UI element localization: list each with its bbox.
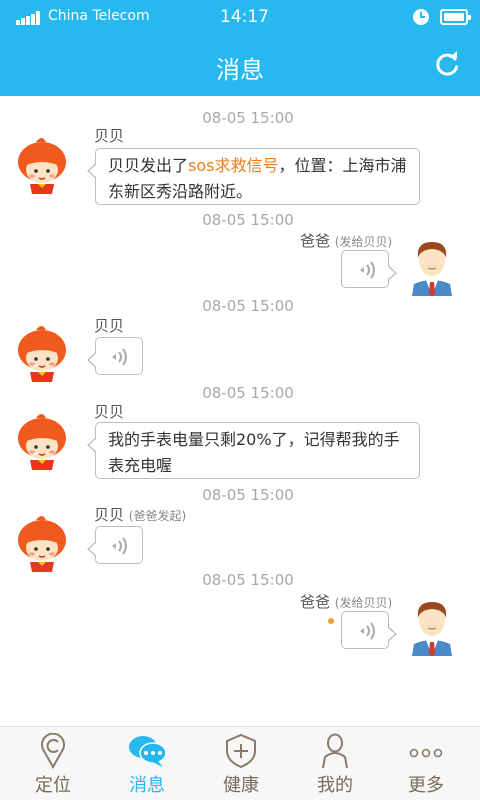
voice-message-bubble[interactable] [341, 250, 397, 288]
tab-label: 消息 [129, 775, 165, 796]
sos-highlight: sos求救信号 [188, 156, 279, 175]
voice-wave-icon [360, 622, 375, 640]
voice-wave-icon [112, 348, 127, 366]
message-timestamp: 08-05 15:00 [202, 109, 294, 127]
dad-avatar[interactable] [408, 596, 456, 656]
page-title: 消息 [216, 56, 264, 84]
tab-mine[interactable]: 我的 [287, 727, 383, 800]
sender-name: 爸爸 (发给贝贝) [300, 593, 393, 611]
sender-name: 贝贝 [94, 127, 125, 145]
message-timestamp: 08-05 15:00 [202, 384, 294, 402]
sender-name: 爸爸 (发给贝贝) [300, 232, 393, 250]
refresh-button[interactable] [432, 50, 462, 80]
child-avatar[interactable] [16, 138, 68, 194]
tab-location[interactable]: 定位 [5, 727, 101, 800]
tab-label: 健康 [223, 775, 259, 796]
sender-name: 贝贝 [94, 317, 125, 335]
voice-message-bubble[interactable] [87, 526, 143, 564]
location-icon [41, 733, 65, 769]
tab-messages[interactable]: 消息 [99, 727, 195, 800]
voice-wave-icon [360, 261, 375, 279]
status-time: 14:17 [220, 7, 269, 27]
tab-more[interactable]: 更多 [378, 727, 474, 800]
unread-dot [328, 618, 334, 624]
tab-label: 我的 [317, 775, 353, 796]
message-timestamp: 08-05 15:00 [202, 571, 294, 589]
message-timestamp: 08-05 15:00 [202, 211, 294, 229]
chat-bubble-icon [129, 736, 167, 767]
child-avatar[interactable] [16, 414, 68, 470]
person-icon [322, 733, 348, 769]
tab-label: 定位 [35, 775, 71, 796]
message-list[interactable]: 08-05 15:00 贝贝 贝贝发出了sos求救信号，位置：上海市浦东新区秀沿… [0, 96, 480, 726]
alarm-icon [413, 9, 429, 25]
battery-icon [440, 9, 471, 25]
sender-name: 贝贝 (爸爸发起) [94, 506, 187, 524]
message-timestamp: 08-05 15:00 [202, 297, 294, 315]
refresh-icon [436, 51, 458, 76]
header-bar: 消息 [0, 36, 480, 96]
signal-icon [16, 11, 42, 25]
message-timestamp: 08-05 15:00 [202, 486, 294, 504]
health-shield-icon [226, 733, 256, 769]
bottom-tab-bar: 定位 消息 健康 我的 更多 [0, 726, 480, 800]
voice-wave-icon [112, 537, 127, 555]
tab-health[interactable]: 健康 [193, 727, 289, 800]
tab-label: 更多 [408, 775, 444, 796]
child-avatar[interactable] [16, 516, 68, 572]
carrier-name: China Telecom [48, 8, 150, 24]
child-avatar[interactable] [16, 326, 68, 382]
status-bar: China Telecom 14:17 [0, 0, 480, 36]
message-text: 我的手表电量只剩20%了，记得帮我的手表充电喔 [108, 430, 400, 475]
voice-message-bubble[interactable] [87, 337, 143, 375]
voice-message-bubble[interactable] [341, 611, 397, 649]
message-bubble[interactable]: 我的手表电量只剩20%了，记得帮我的手表充电喔 [87, 422, 420, 479]
sender-name: 贝贝 [94, 403, 125, 421]
message-bubble[interactable]: 贝贝发出了sos求救信号，位置：上海市浦东新区秀沿路附近。 [87, 148, 420, 205]
more-dots-icon [409, 748, 443, 758]
message-text: 贝贝发出了 [108, 156, 189, 175]
dad-avatar[interactable] [408, 236, 456, 296]
